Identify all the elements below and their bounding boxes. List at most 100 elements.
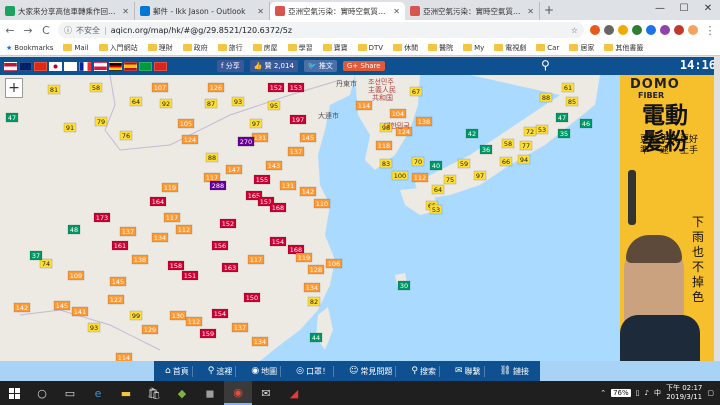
bookmark-folder[interactable]: 居家: [569, 43, 594, 53]
aqi-station-marker[interactable]: 118: [375, 140, 393, 151]
aqi-station-marker[interactable]: 152: [219, 218, 237, 229]
aqi-station-marker[interactable]: 92: [159, 98, 173, 109]
nav-home[interactable]: ⌂ 首頁: [162, 365, 193, 377]
tweet-button[interactable]: 🐦 推文: [303, 60, 337, 72]
flag-icon[interactable]: [154, 61, 167, 71]
bookmark-item[interactable]: ★ Bookmarks: [6, 44, 53, 52]
bookmark-folder[interactable]: 旅行: [217, 43, 243, 53]
aqi-station-marker[interactable]: 197: [289, 114, 307, 125]
menu-icon[interactable]: ⋮: [704, 24, 716, 37]
aqi-station-marker[interactable]: 145: [53, 300, 71, 311]
aqi-station-marker[interactable]: 40: [429, 160, 443, 171]
aqi-station-marker[interactable]: 153: [287, 82, 305, 93]
notification-icon[interactable]: ▢: [707, 389, 714, 397]
task-view-icon[interactable]: ▭: [56, 381, 84, 405]
close-window-button[interactable]: ✕: [696, 0, 720, 20]
aqi-station-marker[interactable]: 99: [129, 310, 143, 321]
extension-icon[interactable]: [590, 25, 600, 35]
browser-tab[interactable]: 郵件 - Ikk Jason - Outlook ✕: [135, 2, 270, 20]
aqi-station-marker[interactable]: 44: [309, 332, 323, 343]
aqi-station-marker[interactable]: 83: [379, 158, 393, 169]
aqi-station-marker[interactable]: 105: [177, 118, 195, 129]
facebook-like-button[interactable]: 👍 贊 2,014: [249, 60, 298, 72]
flag-icon[interactable]: [19, 61, 32, 71]
aqi-station-marker[interactable]: 100: [391, 170, 409, 181]
reload-button[interactable]: C: [40, 24, 52, 37]
forward-button[interactable]: →: [22, 24, 34, 37]
ime-icon[interactable]: 中: [654, 388, 661, 398]
aqi-station-marker[interactable]: 95: [267, 100, 281, 111]
chrome-icon[interactable]: ◉: [224, 381, 252, 405]
close-tab-icon[interactable]: ✕: [527, 7, 534, 16]
aqi-station-marker[interactable]: 164: [149, 196, 167, 207]
nav-faq[interactable]: ☺ 常見問題: [346, 365, 397, 377]
aqi-station-marker[interactable]: 64: [431, 184, 445, 195]
taskbar-clock[interactable]: 下午 02:17 2019/3/11: [666, 384, 702, 402]
bookmark-folder[interactable]: 寶寶: [322, 43, 348, 53]
bookmark-folder[interactable]: 休閒: [393, 43, 418, 53]
aqi-station-marker[interactable]: 75: [443, 174, 457, 185]
browser-tab[interactable]: 亞洲空氣污染：實時空氣質量指數 ✕: [405, 2, 540, 20]
aqi-station-marker[interactable]: 107: [151, 82, 169, 93]
extension-icon[interactable]: [618, 25, 628, 35]
aqi-station-marker[interactable]: 93: [87, 322, 101, 333]
aqi-station-marker[interactable]: 152: [267, 82, 285, 93]
bookmark-folder[interactable]: 學習: [287, 43, 313, 53]
aqi-station-marker[interactable]: 94: [517, 154, 531, 165]
close-tab-icon[interactable]: ✕: [257, 7, 264, 16]
gplus-share-button[interactable]: G+ Share: [342, 61, 385, 71]
aqi-station-marker[interactable]: 70: [411, 156, 425, 167]
start-button[interactable]: [0, 381, 28, 405]
facebook-share-button[interactable]: f 分享: [217, 60, 244, 72]
aqi-station-marker[interactable]: 59: [457, 158, 471, 169]
bookmark-folder[interactable]: DTV: [357, 44, 383, 52]
flag-icon[interactable]: [4, 61, 17, 71]
app-icon[interactable]: ◢: [280, 381, 308, 405]
aqi-station-marker[interactable]: 155: [253, 174, 271, 185]
aqi-station-marker[interactable]: 72: [523, 126, 537, 137]
bookmark-folder[interactable]: My: [463, 44, 484, 52]
maximize-button[interactable]: ☐: [672, 0, 696, 20]
aqi-station-marker[interactable]: 93: [231, 96, 245, 107]
aqi-station-marker[interactable]: 91: [63, 122, 77, 133]
aqi-station-marker[interactable]: 173: [93, 212, 111, 223]
aqi-station-marker[interactable]: 161: [111, 240, 129, 251]
aqi-station-marker[interactable]: 61: [561, 82, 575, 93]
aqi-station-marker[interactable]: 112: [411, 172, 429, 183]
info-icon[interactable]: ⓘ: [64, 25, 72, 36]
aqi-station-marker[interactable]: 154: [269, 236, 287, 247]
aqi-station-marker[interactable]: 110: [313, 198, 331, 209]
aqi-station-marker[interactable]: 117: [247, 254, 265, 265]
aqi-station-marker[interactable]: 67: [409, 86, 423, 97]
nav-contact[interactable]: ✉ 聯繫: [452, 365, 485, 377]
aqi-station-marker[interactable]: 134: [303, 282, 321, 293]
aqi-station-marker[interactable]: 97: [249, 118, 263, 129]
browser-tab-active[interactable]: 亞洲空氣污染：實時空氣質量指數 ✕: [270, 2, 405, 20]
aqi-station-marker[interactable]: 36: [479, 144, 493, 155]
aqi-station-marker[interactable]: 142: [13, 302, 31, 313]
app-icon[interactable]: ◼: [196, 381, 224, 405]
flag-icon[interactable]: [79, 61, 92, 71]
extension-icon[interactable]: [674, 25, 684, 35]
aqi-station-marker[interactable]: 30: [397, 280, 411, 291]
extension-icon[interactable]: [646, 25, 656, 35]
aqi-station-marker[interactable]: 85: [565, 96, 579, 107]
close-tab-icon[interactable]: ✕: [393, 7, 400, 16]
flag-icon[interactable]: [124, 61, 137, 71]
aqi-station-marker[interactable]: 150: [243, 292, 261, 303]
nav-links[interactable]: ⛓ 鏈接: [497, 366, 532, 377]
aqi-station-marker[interactable]: 168: [269, 202, 287, 213]
aqi-station-marker[interactable]: 141: [71, 306, 89, 317]
aqi-station-marker[interactable]: 119: [161, 182, 179, 193]
aqi-station-marker[interactable]: 106: [325, 258, 343, 269]
flag-icon[interactable]: [64, 61, 77, 71]
aqi-station-marker[interactable]: 47: [555, 112, 569, 123]
aqi-station-marker[interactable]: 126: [207, 82, 225, 93]
aqi-station-marker[interactable]: 151: [181, 270, 199, 281]
nav-here[interactable]: ⚲ 這裡: [205, 365, 237, 377]
aqi-station-marker[interactable]: 117: [203, 172, 221, 183]
bookmark-folder[interactable]: Mail: [63, 44, 89, 52]
aqi-station-marker[interactable]: 87: [204, 98, 218, 109]
nav-map[interactable]: ◉ 地圖: [248, 365, 282, 377]
aqi-station-marker[interactable]: 104: [389, 108, 407, 119]
